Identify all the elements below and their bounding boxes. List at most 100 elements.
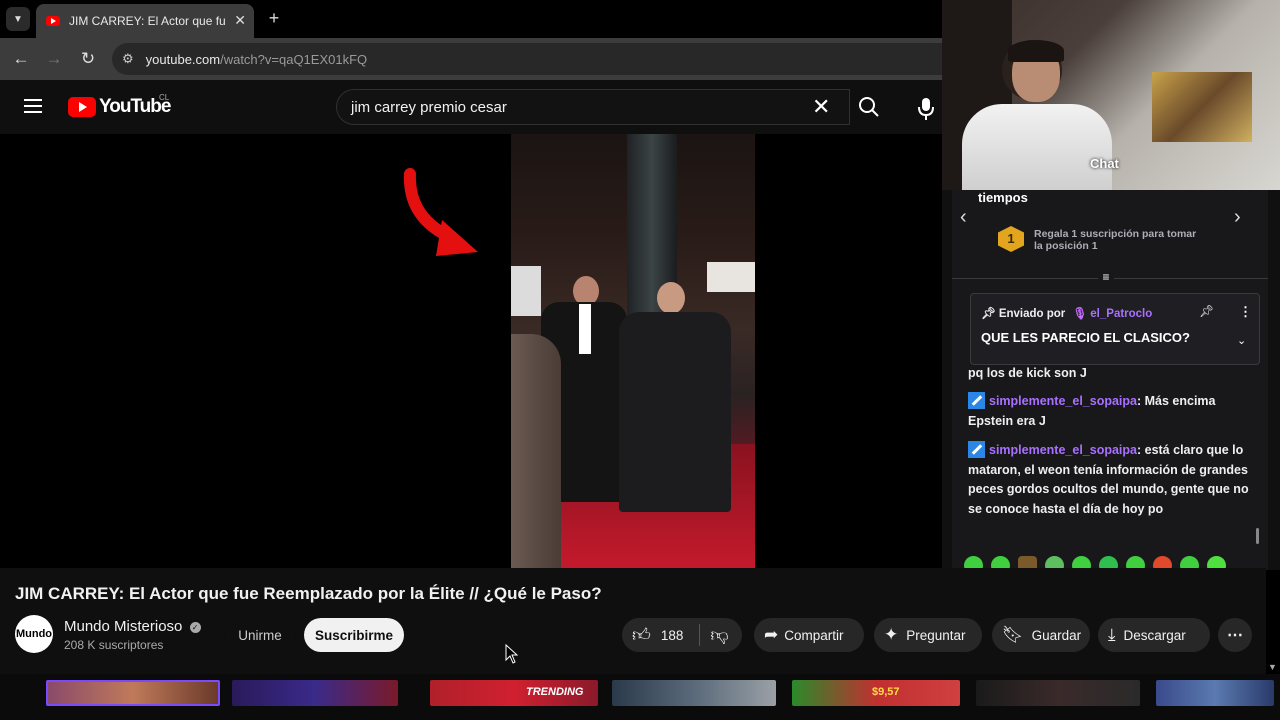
like-icon[interactable]: 👍︎ <box>632 624 651 646</box>
download-label: Descargar <box>1123 627 1186 643</box>
thumbnail[interactable] <box>976 680 1140 706</box>
thumbnail[interactable]: $9,57 <box>792 680 960 706</box>
country-code: CL <box>159 93 170 102</box>
chevron-down-icon: ▼ <box>13 13 23 25</box>
thumbnail[interactable] <box>1156 680 1274 706</box>
unpin-icon[interactable]: 📌︎ <box>1199 304 1214 318</box>
browser-tab[interactable]: JIM CARREY: El Actor que fue Reemplazado… <box>36 4 254 38</box>
webcam-overlay: Chat <box>942 0 1280 190</box>
chat-scrollbar[interactable] <box>1256 528 1259 544</box>
shirt <box>579 304 591 354</box>
leaderboard-line-1: Regala 1 suscripción para tomar <box>1034 228 1197 240</box>
site-info-icon[interactable]: ⚙ <box>122 51 134 67</box>
chat-panel: tiempos ‹ › 1 Regala 1 suscripción para … <box>942 190 1280 575</box>
share-label: Compartir <box>784 627 844 643</box>
youtube-favicon-icon <box>46 16 60 26</box>
browser-toolbar: ← → ↻ ⚙ youtube.com/watch?v=qaQ1EX01kFQ <box>0 38 942 80</box>
video-info: JIM CARREY: El Actor que fue Reemplazado… <box>0 568 1277 674</box>
share-icon: ➦ <box>764 625 779 644</box>
backdrop-panel <box>707 262 755 292</box>
leaderboard-text: Regala 1 suscripción para tomar la posic… <box>1034 228 1196 252</box>
more-horizontal-icon: ⋯ <box>1227 627 1243 644</box>
channel-name-text: Mundo Misterioso <box>64 618 183 635</box>
thumbnail[interactable]: TRENDING <box>430 680 598 706</box>
streamer-hair <box>1008 40 1064 62</box>
pinned-username: el_Patroclo <box>1090 308 1153 320</box>
more-options-icon[interactable]: ⋮ <box>1239 304 1252 320</box>
leaderboard-heading: tiempos <box>978 190 1028 205</box>
video-title: JIM CARREY: El Actor que fue Reemplazado… <box>15 584 602 603</box>
chat-message: pq los de kick son J <box>968 364 1258 384</box>
ask-button[interactable]: ✦ Preguntar <box>874 618 982 652</box>
thumbnail[interactable] <box>612 680 776 706</box>
ask-label: Preguntar <box>906 627 966 643</box>
youtube-logo[interactable]: YouTube CL <box>68 93 171 118</box>
streamer-shirt <box>962 104 1112 190</box>
chevron-down-icon[interactable]: ⌄ <box>1237 334 1246 347</box>
new-tab-button[interactable]: + <box>264 8 284 28</box>
dislike-icon[interactable]: 👎︎ <box>710 624 728 646</box>
chevron-left-icon[interactable]: ‹ <box>960 206 967 229</box>
chat-message: simplemente_el_sopaipa: Más encima Epste… <box>968 392 1258 431</box>
chat-message: simplemente_el_sopaipa: está claro que l… <box>968 441 1258 519</box>
red-arrow-icon <box>403 168 478 256</box>
like-dislike-group: 👍︎ 188 👎︎ <box>622 618 742 652</box>
join-label: Unirme <box>238 627 282 643</box>
bookmark-icon: 🔖︎ <box>1002 625 1024 644</box>
url-path: /watch?v=qaQ1EX01kFQ <box>220 51 368 67</box>
badge-icon <box>968 392 985 409</box>
trending-label: TRENDING <box>526 686 584 698</box>
more-actions-button[interactable]: ⋯ <box>1218 618 1252 652</box>
microphone-icon[interactable] <box>918 98 938 120</box>
verified-icon: ✓ <box>189 622 201 633</box>
collapse-icon[interactable]: ≡ <box>1098 270 1114 284</box>
reload-icon[interactable]: ↻ <box>77 48 99 70</box>
rank-badge: 1 <box>998 226 1024 252</box>
hamburger-menu-icon[interactable] <box>24 99 42 113</box>
back-arrow-icon[interactable]: ← <box>10 48 32 70</box>
join-button[interactable]: Unirme <box>224 618 296 652</box>
video-player[interactable] <box>0 134 942 568</box>
forward-arrow-icon[interactable]: → <box>43 48 65 70</box>
channel-name[interactable]: Mundo Misterioso ✓ <box>64 618 201 635</box>
poster <box>1152 72 1252 142</box>
mic-badge-icon: 🎙︎ <box>1072 308 1088 320</box>
divider <box>699 624 701 646</box>
sparkle-icon: ✦ <box>884 625 899 644</box>
clear-search-icon[interactable]: ✕ <box>812 94 830 120</box>
thumbnail[interactable] <box>232 680 398 706</box>
video-frame <box>511 134 755 568</box>
chat-overlay-label: Chat <box>1090 156 1119 171</box>
chat-message-text: pq los de kick son J <box>968 366 1087 380</box>
chat-username[interactable]: simplemente_el_sopaipa <box>989 443 1137 457</box>
address-bar[interactable]: ⚙ youtube.com/watch?v=qaQ1EX01kFQ <box>112 43 942 75</box>
subscribe-button[interactable]: Suscribirme <box>304 618 404 652</box>
chat-username[interactable]: simplemente_el_sopaipa <box>989 394 1137 408</box>
download-button[interactable]: ⤓ Descargar <box>1098 618 1210 652</box>
tab-search-button[interactable]: ▼ <box>6 7 30 31</box>
pinned-sent-by: Enviado por <box>998 308 1066 320</box>
chevron-right-icon[interactable]: › <box>1234 206 1241 229</box>
channel-avatar[interactable]: Mundo <box>15 615 53 653</box>
save-button[interactable]: 🔖︎ Guardar <box>992 618 1090 652</box>
search-input[interactable]: jim carrey premio cesar <box>336 89 850 125</box>
pinned-message[interactable]: 📌︎ Enviado por 🎙︎ el_Patroclo 📌︎ ⋮ QUE L… <box>970 293 1260 365</box>
bottom-thumbnail-strip: TRENDING $9,57 <box>0 674 1280 720</box>
share-button[interactable]: ➦ Compartir <box>754 618 864 652</box>
leaderboard-line-2: la posición 1 <box>1034 240 1098 252</box>
scroll-down-arrow-icon[interactable]: ▼ <box>1268 662 1277 672</box>
mouse-cursor-icon <box>505 644 519 664</box>
subscribe-label: Suscribirme <box>314 627 394 643</box>
youtube-header: YouTube CL jim carrey premio cesar ✕ <box>0 80 942 134</box>
browser-tab-strip: ▼ JIM CARREY: El Actor que fue Reemplaza… <box>0 0 942 38</box>
thumbnail[interactable] <box>46 680 220 706</box>
avatar-text: Mundo <box>15 628 53 640</box>
subscriber-count: 208 K suscriptores <box>64 638 164 652</box>
search-button[interactable] <box>850 89 888 125</box>
url-host: youtube.com <box>145 51 221 67</box>
person-suit <box>619 312 731 512</box>
money-label: $9,57 <box>872 686 900 698</box>
foreground-person <box>511 334 561 568</box>
save-label: Guardar <box>1031 627 1082 643</box>
close-tab-icon[interactable]: ✕ <box>234 12 246 29</box>
